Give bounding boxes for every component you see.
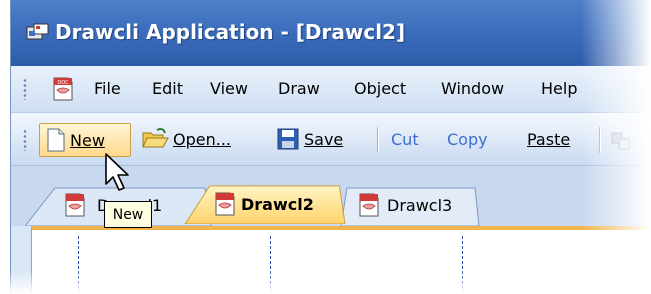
open-button[interactable]: Open... bbox=[141, 123, 231, 155]
tab-label-drawcl3: Drawcl3 bbox=[387, 196, 453, 215]
mouse-pointer-icon bbox=[105, 153, 129, 191]
save-button[interactable]: Save bbox=[276, 123, 343, 155]
new-label: New bbox=[70, 130, 105, 150]
app-icon bbox=[26, 23, 49, 40]
menu-file[interactable]: File bbox=[94, 79, 121, 98]
menu-help[interactable]: Help bbox=[541, 79, 577, 98]
document-icon bbox=[65, 193, 85, 217]
cut-label: Cut bbox=[391, 129, 419, 149]
menu-bar: DOC File Edit View Draw Object Window He… bbox=[11, 66, 651, 113]
menubar-grip[interactable] bbox=[23, 78, 27, 100]
open-folder-icon bbox=[142, 128, 169, 148]
tab-label-drawcl2: Drawcl2 bbox=[241, 195, 314, 214]
application-window: Drawcli Application - [Drawcl2] DOC File… bbox=[10, 0, 651, 294]
save-label: Save bbox=[304, 129, 344, 149]
menu-view[interactable]: View bbox=[210, 79, 248, 98]
menu-window[interactable]: Window bbox=[441, 79, 504, 98]
overflow-tool-icon[interactable] bbox=[611, 131, 633, 151]
save-disk-icon bbox=[277, 128, 299, 150]
page-guide-line bbox=[78, 236, 79, 294]
copy-button[interactable]: Copy bbox=[443, 123, 488, 155]
page-guide-line bbox=[270, 236, 271, 294]
svg-text:DOC: DOC bbox=[57, 80, 69, 86]
document-icon bbox=[215, 192, 235, 216]
menu-object[interactable]: Object bbox=[354, 79, 406, 98]
drawing-canvas[interactable] bbox=[31, 226, 651, 294]
paste-button[interactable]: Paste bbox=[523, 123, 570, 155]
new-document-icon bbox=[47, 128, 65, 152]
menu-edit[interactable]: Edit bbox=[152, 79, 183, 98]
new-tooltip: New bbox=[104, 201, 152, 228]
cut-button[interactable]: Cut bbox=[387, 123, 419, 155]
title-bar[interactable]: Drawcli Application - [Drawcl2] bbox=[11, 0, 651, 66]
toolbar-separator bbox=[377, 127, 379, 153]
copy-label: Copy bbox=[447, 129, 488, 149]
document-icon bbox=[359, 193, 379, 217]
page-guide-line bbox=[462, 236, 463, 294]
window-title: Drawcli Application - [Drawcl2] bbox=[55, 20, 406, 44]
open-label: Open... bbox=[173, 129, 231, 149]
paste-label: Paste bbox=[527, 129, 571, 149]
toolbar-separator bbox=[599, 127, 601, 153]
menu-draw[interactable]: Draw bbox=[278, 79, 320, 98]
document-icon[interactable]: DOC bbox=[51, 76, 75, 102]
toolbar-grip[interactable] bbox=[23, 129, 27, 151]
